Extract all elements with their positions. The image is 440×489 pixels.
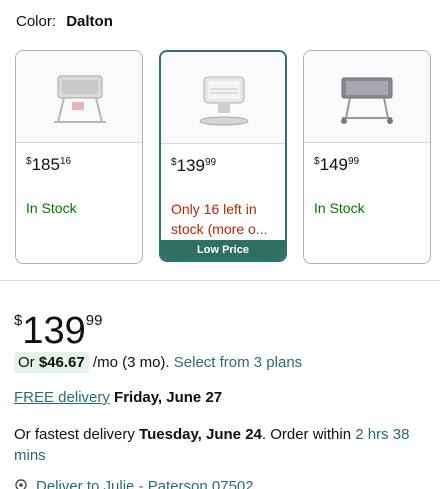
variant-option-3[interactable]: $14999 In Stock xyxy=(303,50,431,264)
stock-status: In Stock xyxy=(314,200,365,216)
stock-status: In Stock xyxy=(26,200,77,216)
bassinet-image xyxy=(161,52,285,144)
color-selector-label: Color: Dalton xyxy=(16,13,113,30)
divider xyxy=(0,280,440,281)
low-price-badge: Low Price xyxy=(161,240,285,260)
installment-term: /mo (3 mo). xyxy=(92,354,170,371)
fastest-delivery-info: Or fastest delivery Tuesday, June 24. Or… xyxy=(14,426,410,464)
variant-price: $14999 xyxy=(314,155,360,174)
stock-status: Only 16 left in stock (more o... xyxy=(171,201,268,237)
variant-price: $13999 xyxy=(171,156,217,175)
color-label: Color: xyxy=(16,13,57,30)
variant-option-1[interactable]: $18516 In Stock xyxy=(15,50,143,264)
select-plans-link[interactable]: Select from 3 plans xyxy=(174,354,302,371)
location-pin-icon xyxy=(15,479,27,489)
main-price: $13999 xyxy=(14,310,103,352)
bassinet-image xyxy=(16,51,142,143)
color-value: Dalton xyxy=(66,13,113,30)
fastest-delivery-date: Tuesday, June 24 xyxy=(139,426,262,443)
deliver-to-text: Deliver to Julie - Paterson 07502 xyxy=(36,478,254,489)
installment-amount: Or $46.67 xyxy=(14,352,89,373)
free-delivery-link[interactable]: FREE delivery xyxy=(14,389,110,406)
free-delivery-info: FREE delivery Friday, June 27 xyxy=(14,389,222,406)
variant-option-2[interactable]: $13999 Only 16 left in stock (more o... … xyxy=(159,50,287,262)
variant-price: $18516 xyxy=(26,155,72,174)
installment-offer: Or $46.67 /mo (3 mo). Select from 3 plan… xyxy=(14,352,302,373)
deliver-to-link[interactable]: Deliver to Julie - Paterson 07502 xyxy=(14,478,254,489)
delivery-date: Friday, June 27 xyxy=(114,389,223,406)
bassinet-image xyxy=(304,51,430,143)
